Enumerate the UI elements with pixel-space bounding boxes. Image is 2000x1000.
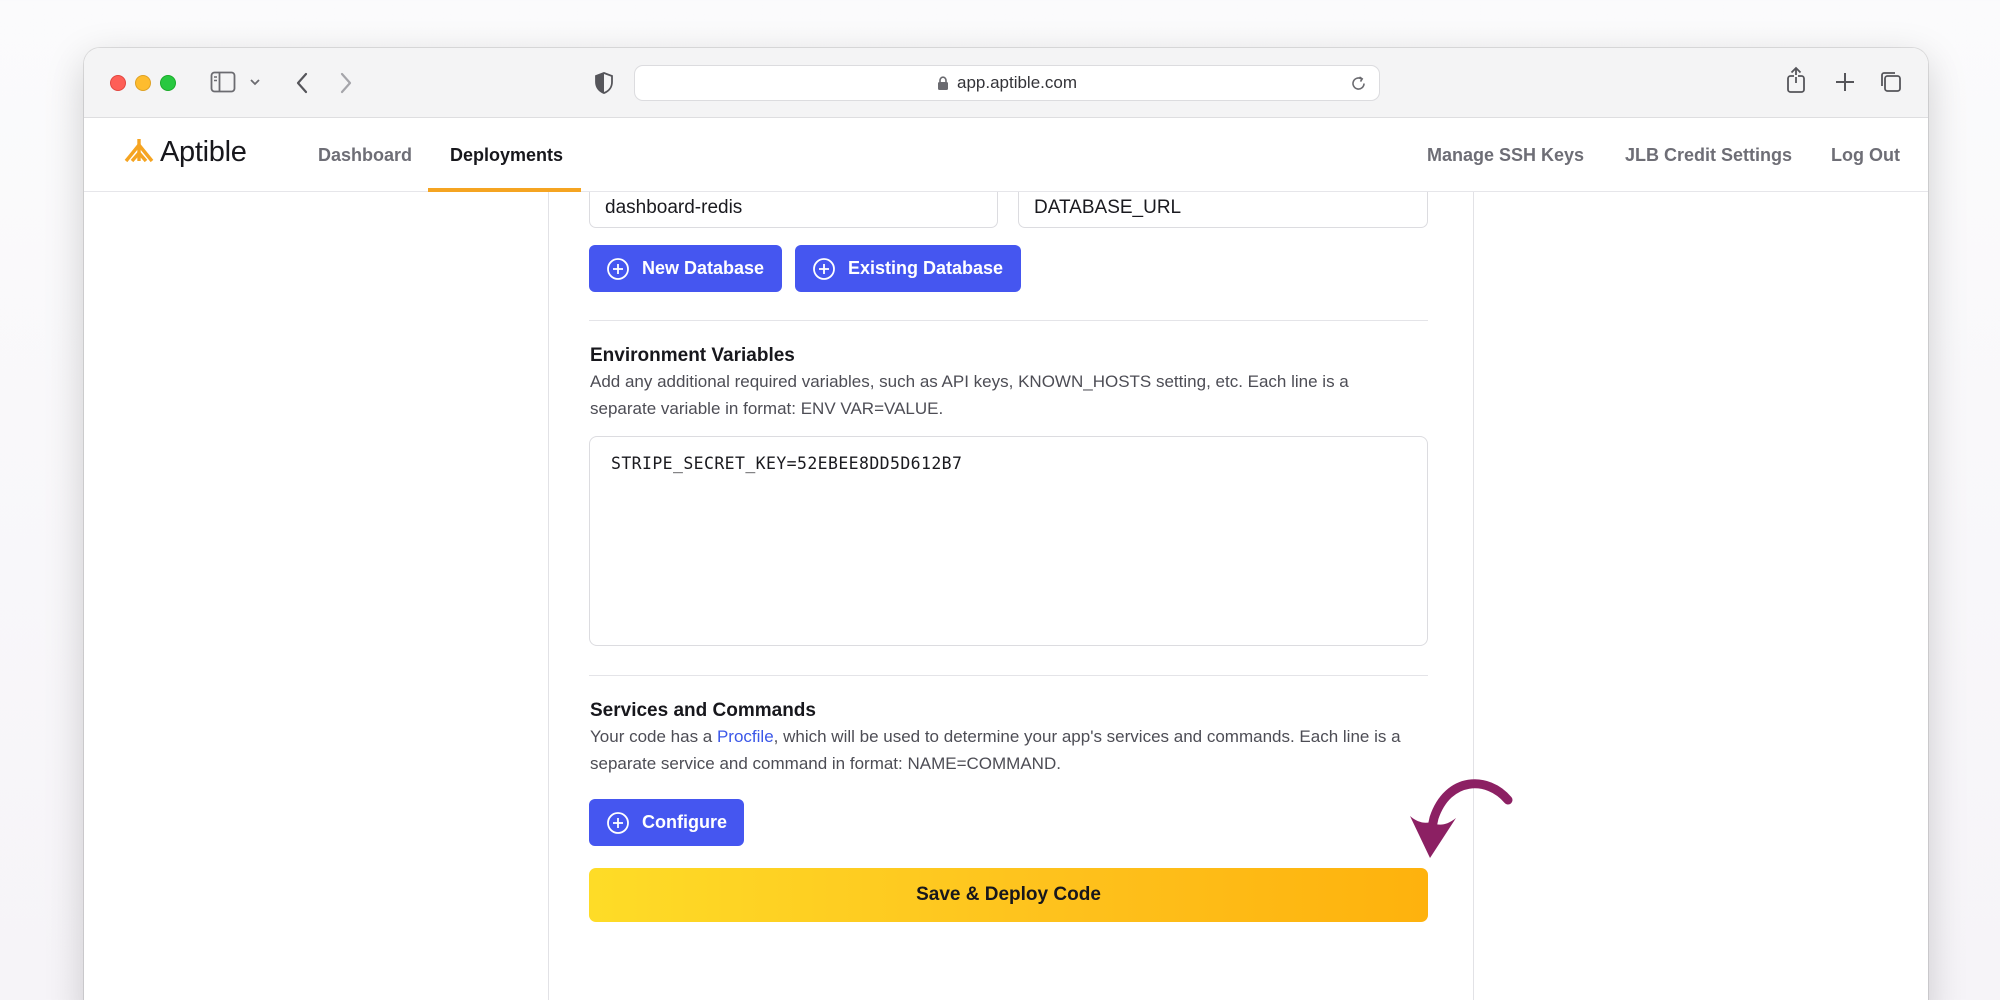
chevron-left-icon[interactable] [294, 71, 310, 95]
sidebar-icon[interactable] [210, 71, 236, 93]
tabs-overview-icon[interactable] [1879, 70, 1903, 94]
new-database-label: New Database [642, 258, 765, 278]
env-vars-description: Add any additional required variables, s… [590, 372, 1349, 418]
app-header-front: Aptible Dashboard Deployments Manage SSH… [84, 118, 1928, 192]
logo-text: Aptible [160, 136, 247, 168]
env-vars-value: STRIPE_SECRET_KEY=52EBEE8DD5D612B7 [611, 454, 963, 473]
nav-manage-ssh-keys[interactable]: Manage SSH Keys [1427, 118, 1584, 192]
save-deploy-button[interactable]: Save & Deploy Code [589, 868, 1428, 922]
new-database-button[interactable]: New Database [589, 245, 782, 292]
services-desc-before: Your code has a [590, 727, 717, 746]
nav-jlb-credit-settings[interactable]: JLB Credit Settings [1625, 118, 1792, 192]
minimize-window-button[interactable] [135, 75, 151, 91]
section-divider [589, 675, 1428, 676]
existing-database-label: Existing Database [848, 258, 1004, 278]
services-description: Your code has a Procfile, which will be … [590, 723, 1430, 777]
share-icon[interactable] [1785, 65, 1807, 95]
existing-database-button[interactable]: Existing Database [795, 245, 1021, 292]
plus-circle-icon [812, 257, 836, 281]
browser-window: app.aptible.com Aptible Dashboard Deploy… [84, 48, 1928, 1000]
database-name-value: dashboard-redis [605, 197, 743, 218]
plus-circle-icon [606, 257, 630, 281]
zoom-window-button[interactable] [160, 75, 176, 91]
procfile-link[interactable]: Procfile [717, 727, 774, 746]
aptible-logo-icon [124, 137, 154, 168]
close-window-button[interactable] [110, 75, 126, 91]
plus-icon[interactable] [1834, 71, 1856, 93]
section-divider [589, 320, 1428, 321]
curved-arrow-icon [1384, 772, 1514, 873]
env-vars-title: Environment Variables [590, 345, 795, 366]
address-bar[interactable]: app.aptible.com [634, 65, 1380, 101]
save-deploy-label: Save & Deploy Code [916, 884, 1101, 905]
env-vars-textarea[interactable]: STRIPE_SECRET_KEY=52EBEE8DD5D612B7 [589, 436, 1428, 646]
chevron-down-icon[interactable] [249, 78, 261, 86]
reload-icon[interactable] [1350, 75, 1367, 92]
chevron-right-icon[interactable] [338, 71, 354, 95]
url-text: app.aptible.com [956, 73, 1078, 92]
configure-button[interactable]: Configure [589, 799, 744, 846]
nav-dashboard[interactable]: Dashboard [318, 118, 412, 192]
nav-log-out[interactable]: Log Out [1831, 118, 1900, 192]
active-tab-indicator [428, 188, 581, 192]
configure-label: Configure [642, 812, 727, 832]
plus-circle-icon [606, 811, 630, 835]
aptible-logo-front[interactable]: Aptible [124, 136, 247, 169]
shield-icon[interactable] [594, 71, 614, 95]
nav-deployments[interactable]: Deployments [450, 118, 563, 192]
services-title: Services and Commands [590, 700, 816, 721]
lock-icon [937, 75, 949, 91]
browser-toolbar: app.aptible.com [84, 48, 1928, 118]
database-env-var-value: DATABASE_URL [1034, 197, 1182, 218]
